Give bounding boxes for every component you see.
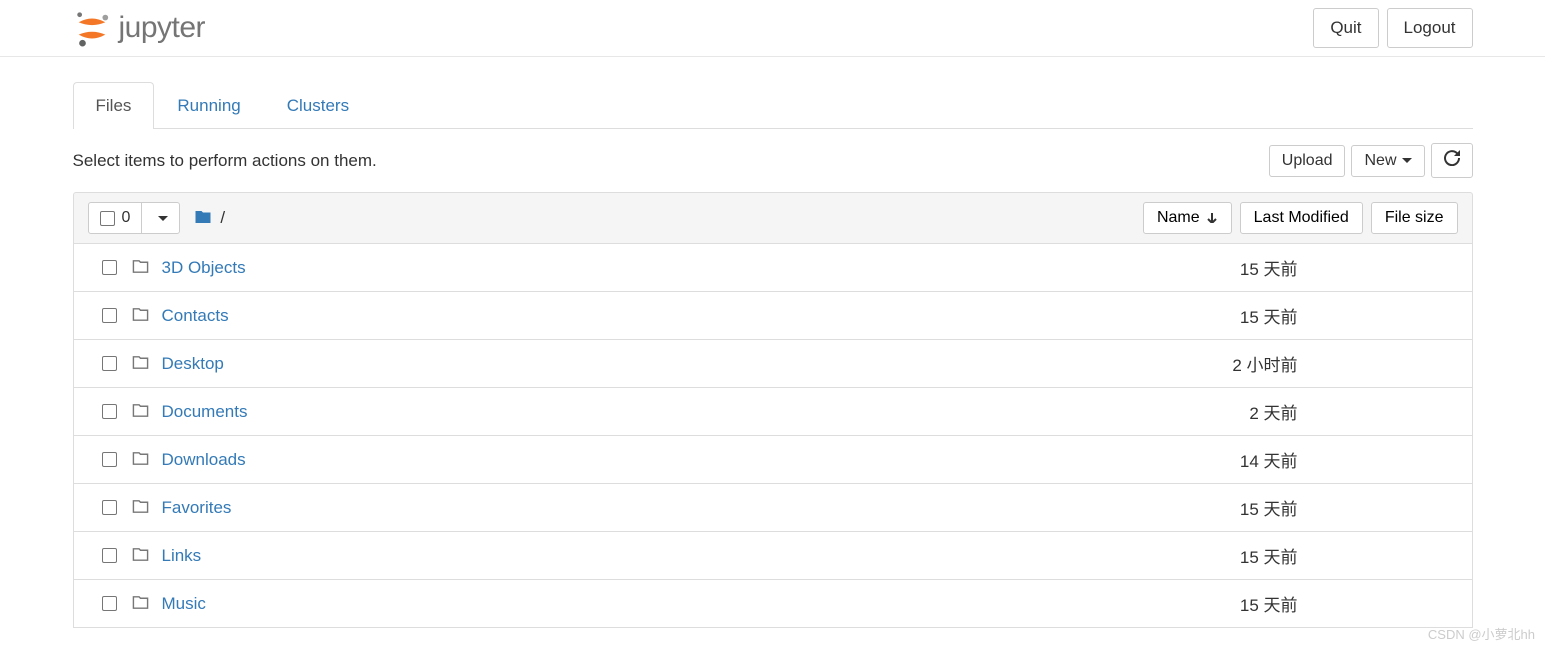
name-column-label: Name [1157, 209, 1200, 227]
folder-icon[interactable] [194, 208, 212, 229]
refresh-icon [1444, 150, 1460, 171]
file-name-link[interactable]: 3D Objects [162, 258, 1143, 278]
breadcrumb-separator: / [220, 208, 225, 228]
sort-name-button[interactable]: Name [1143, 202, 1232, 234]
row-checkbox[interactable] [102, 548, 117, 563]
jupyter-logo[interactable]: jupyter [73, 9, 206, 47]
list-item: Downloads14 天前 [74, 436, 1472, 484]
row-checkbox[interactable] [102, 500, 117, 515]
file-list: 3D Objects15 天前Contacts15 天前Desktop2 小时前… [73, 244, 1473, 628]
list-item: Documents2 天前 [74, 388, 1472, 436]
new-dropdown[interactable]: New [1351, 145, 1424, 177]
file-name-link[interactable]: Favorites [162, 498, 1143, 518]
caret-down-icon [158, 216, 168, 221]
file-modified: 15 天前 [1143, 303, 1343, 328]
file-modified: 15 天前 [1143, 543, 1343, 568]
watermark: CSDN @小萝北hh [1428, 624, 1535, 643]
caret-down-icon [1402, 158, 1412, 163]
list-item: Music15 天前 [74, 580, 1472, 627]
file-modified: 2 小时前 [1143, 351, 1343, 376]
file-modified: 15 天前 [1143, 495, 1343, 520]
tab-files[interactable]: Files [73, 82, 155, 129]
row-checkbox[interactable] [102, 452, 117, 467]
select-dropdown[interactable] [142, 210, 179, 227]
folder-icon [132, 354, 162, 374]
jupyter-logo-icon [73, 9, 111, 47]
folder-icon [132, 450, 162, 470]
logout-button[interactable]: Logout [1387, 8, 1473, 48]
row-checkbox[interactable] [102, 596, 117, 611]
file-name-link[interactable]: Links [162, 546, 1143, 566]
list-item: Favorites15 天前 [74, 484, 1472, 532]
refresh-button[interactable] [1431, 143, 1473, 178]
breadcrumb: / [194, 208, 225, 229]
quit-button[interactable]: Quit [1313, 8, 1378, 48]
select-all-checkbox[interactable] [100, 211, 115, 226]
upload-button[interactable]: Upload [1269, 145, 1346, 177]
file-name-link[interactable]: Contacts [162, 306, 1143, 326]
sort-size-button[interactable]: File size [1371, 202, 1458, 234]
row-checkbox[interactable] [102, 356, 117, 371]
list-item: Links15 天前 [74, 532, 1472, 580]
select-all-group[interactable]: 0 [88, 202, 181, 234]
folder-icon [132, 498, 162, 518]
list-item: 3D Objects15 天前 [74, 244, 1472, 292]
file-name-link[interactable]: Downloads [162, 450, 1143, 470]
file-modified: 15 天前 [1143, 591, 1343, 616]
main-tabs: Files Running Clusters [73, 82, 1473, 129]
folder-icon [132, 258, 162, 278]
folder-icon [132, 306, 162, 326]
folder-icon [132, 402, 162, 422]
selected-count: 0 [122, 209, 131, 227]
folder-icon [132, 594, 162, 614]
file-modified: 2 天前 [1143, 399, 1343, 424]
tab-clusters[interactable]: Clusters [264, 82, 372, 129]
file-list-header: 0 / Name Last Modified File size [73, 192, 1473, 244]
arrow-down-icon [1206, 210, 1218, 226]
file-name-link[interactable]: Desktop [162, 354, 1143, 374]
list-item: Contacts15 天前 [74, 292, 1472, 340]
new-label: New [1364, 152, 1396, 170]
file-modified: 14 天前 [1143, 447, 1343, 472]
row-checkbox[interactable] [102, 260, 117, 275]
file-modified: 15 天前 [1143, 255, 1343, 280]
row-checkbox[interactable] [102, 404, 117, 419]
action-hint: Select items to perform actions on them. [73, 151, 377, 171]
file-name-link[interactable]: Documents [162, 402, 1143, 422]
sort-modified-button[interactable]: Last Modified [1240, 202, 1363, 234]
list-item: Desktop2 小时前 [74, 340, 1472, 388]
jupyter-logo-text: jupyter [119, 11, 206, 45]
row-checkbox[interactable] [102, 308, 117, 323]
folder-icon [132, 546, 162, 566]
tab-running[interactable]: Running [154, 82, 263, 129]
file-name-link[interactable]: Music [162, 594, 1143, 614]
